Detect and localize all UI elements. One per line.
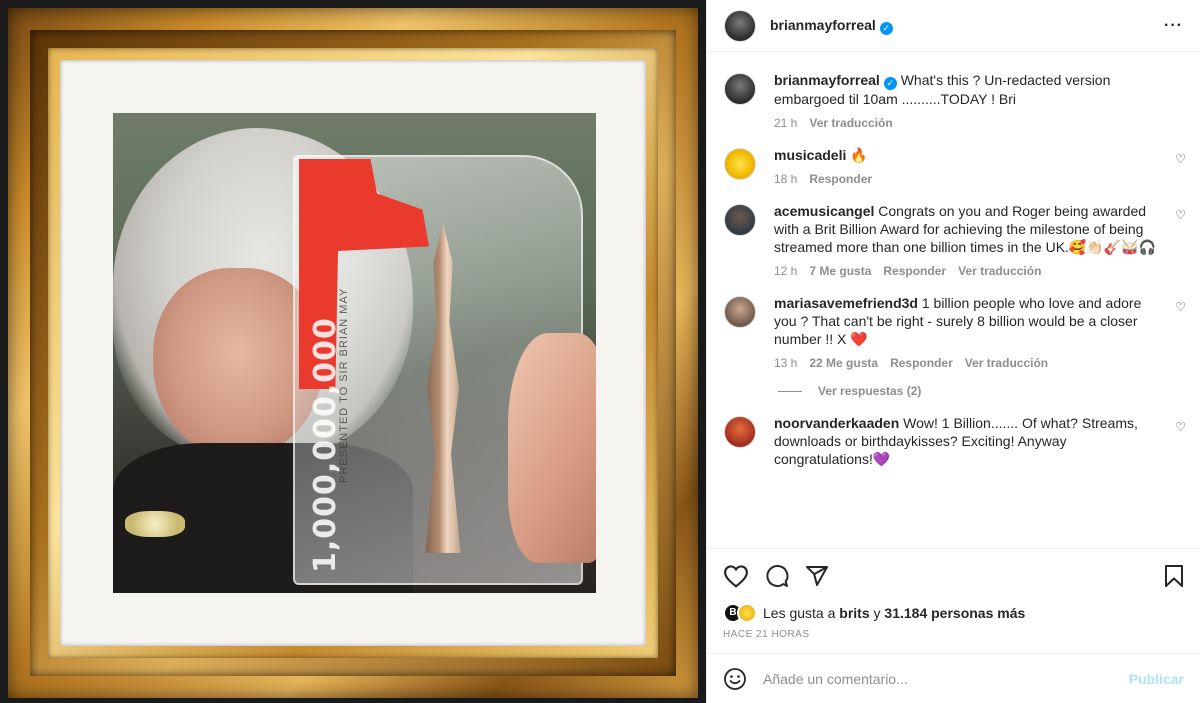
commenter-avatar[interactable] <box>724 416 756 448</box>
caption-time: 21 h <box>774 116 798 130</box>
post-media[interactable]: 1,000,000,000 PRESENTED TO SIR BRIAN MAY <box>0 0 706 703</box>
caption-avatar[interactable] <box>724 73 756 105</box>
translate-link[interactable]: Ver traducción <box>809 114 892 132</box>
gold-picture-frame: 1,000,000,000 PRESENTED TO SIR BRIAN MAY <box>8 8 698 698</box>
comment-time: 18 h <box>774 172 798 186</box>
like-heart-icon[interactable] <box>723 564 749 588</box>
post-actions: B Les gusta a brits y 31.184 personas má… <box>707 548 1200 640</box>
instagram-post-view: 1,000,000,000 PRESENTED TO SIR BRIAN MAY… <box>0 0 1200 703</box>
liker-username[interactable]: brits <box>839 605 869 621</box>
liker-avatar[interactable] <box>737 603 757 623</box>
view-replies-button[interactable]: Ver respuestas (2) <box>778 384 1186 398</box>
comment-time: 13 h <box>774 356 798 370</box>
author-username[interactable]: brianmayforreal ✓ <box>770 17 893 35</box>
post-timestamp[interactable]: HACE 21 HORAS <box>723 629 1184 640</box>
verified-badge-icon: ✓ <box>879 21 893 35</box>
comment-username[interactable]: musicadeli <box>774 147 846 163</box>
translate-link[interactable]: Ver traducción <box>958 262 1041 280</box>
comment: acemusicangel Congrats on you and Roger … <box>724 202 1186 280</box>
comment-username[interactable]: noorvanderkaaden <box>774 415 899 431</box>
add-comment-bar: Publicar <box>707 653 1200 703</box>
comment-bubble-icon[interactable] <box>765 564 789 588</box>
comment-likes-count[interactable]: 22 Me gusta <box>809 354 878 372</box>
comment-likes-count[interactable]: 7 Me gusta <box>809 262 871 280</box>
photo-brooch <box>125 511 185 537</box>
view-replies-label: Ver respuestas (2) <box>818 384 922 398</box>
comment-username[interactable]: acemusicangel <box>774 203 874 219</box>
emoji-icon[interactable] <box>723 667 747 691</box>
reply-link[interactable]: Responder <box>883 262 946 280</box>
reply-link[interactable]: Responder <box>890 354 953 372</box>
more-options-icon[interactable]: ··· <box>1164 17 1183 35</box>
caption-username[interactable]: brianmayforreal <box>774 72 880 88</box>
comment-text: 🔥 <box>850 147 868 163</box>
photo-hand <box>508 333 596 563</box>
likes-summary: B Les gusta a brits y 31.184 personas má… <box>723 603 1184 623</box>
framed-photo: 1,000,000,000 PRESENTED TO SIR BRIAN MAY <box>113 113 596 593</box>
post-sidebar: brianmayforreal ✓ ··· brianmayforreal ✓ Wh… <box>706 0 1200 703</box>
comment-like-heart-icon[interactable]: ♡ <box>1175 420 1186 434</box>
commenter-avatar[interactable] <box>724 296 756 328</box>
comment: noorvanderkaaden Wow! 1 Billion....... O… <box>724 414 1186 468</box>
commenter-avatar[interactable] <box>724 204 756 236</box>
likes-count-link[interactable]: 31.184 personas más <box>884 605 1025 621</box>
comment-time: 12 h <box>774 264 798 278</box>
share-send-icon[interactable] <box>805 564 829 588</box>
comment: mariasavemefriend3d 1 billion people who… <box>724 294 1186 372</box>
reply-link[interactable]: Responder <box>809 170 872 188</box>
author-avatar[interactable] <box>724 9 756 42</box>
comment: musicadeli 🔥 18 h Responder ♡ <box>724 146 1186 188</box>
comment-username[interactable]: mariasavemefriend3d <box>774 295 918 311</box>
translate-link[interactable]: Ver traducción <box>965 354 1048 372</box>
post-caption: brianmayforreal ✓ What's this ? Un-redact… <box>724 71 1186 132</box>
comments-list[interactable]: brianmayforreal ✓ What's this ? Un-redact… <box>707 53 1200 547</box>
publish-button[interactable]: Publicar <box>1129 671 1184 687</box>
verified-badge-icon: ✓ <box>883 77 897 90</box>
action-icons <box>723 563 1184 589</box>
comment-like-heart-icon[interactable]: ♡ <box>1175 152 1186 166</box>
replies-divider <box>778 390 802 392</box>
comment-like-heart-icon[interactable]: ♡ <box>1175 300 1186 314</box>
post-header: brianmayforreal ✓ ··· <box>707 0 1200 52</box>
add-comment-input[interactable] <box>763 670 1129 687</box>
bookmark-icon[interactable] <box>1164 564 1184 588</box>
commenter-avatar[interactable] <box>724 148 756 180</box>
comment-like-heart-icon[interactable]: ♡ <box>1175 208 1186 222</box>
trophy-engraving: PRESENTED TO SIR BRIAN MAY <box>338 287 350 483</box>
